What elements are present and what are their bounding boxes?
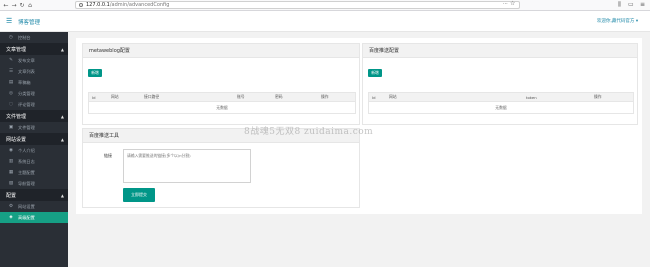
sidebar-item[interactable]: ⚙ 网站设置 xyxy=(0,201,68,212)
category-icon: ◎ xyxy=(9,91,13,96)
sidebar-item[interactable]: ▣ 文件管理 xyxy=(0,122,68,133)
sidebar-group-label: 文件管理 xyxy=(6,113,27,120)
sidebar-item[interactable]: ◎ 分类管理 xyxy=(0,88,68,99)
sidebar-item[interactable]: ◈ 高级配置 xyxy=(0,212,68,223)
sidebar-item-label: 控制台 xyxy=(18,34,31,40)
user-menu[interactable]: 欢迎你,藏代码官方 ▾ xyxy=(597,18,638,24)
sidebar-item[interactable]: ✎ 发布文章 xyxy=(0,55,68,66)
col-id: Id xyxy=(92,94,96,100)
back-icon[interactable]: ← xyxy=(2,1,10,10)
sidebar-item-label: 评论管理 xyxy=(18,101,35,107)
table-header: Id 网站 token 操作 xyxy=(368,92,634,102)
page-actions-icon[interactable]: ··· xyxy=(503,1,508,7)
app-title: 博客管理 xyxy=(18,20,41,26)
dashboard-icon: ◷ xyxy=(9,35,13,40)
comment-icon: ◌ xyxy=(9,102,13,107)
sidebar-item-label: 个人介绍 xyxy=(18,147,35,153)
caret-up-icon: ▲ xyxy=(60,192,64,198)
caret-up-icon: ▲ xyxy=(60,113,64,119)
sidebar-group-header[interactable]: 网站设置 ▲ xyxy=(0,133,68,145)
sidebar-item[interactable]: ▦ 主题配置 xyxy=(0,167,68,178)
sidebar-item-label: 导航管理 xyxy=(18,180,35,186)
col-password: 密码 xyxy=(275,94,283,99)
sidebar-item-label: 网站设置 xyxy=(18,203,35,209)
edit-icon: ✎ xyxy=(9,58,13,63)
sidebar-group-header[interactable]: 文章管理 ▲ xyxy=(0,43,68,55)
url-path: /admin/advancedConfig xyxy=(109,2,170,8)
forward-icon[interactable]: → xyxy=(10,1,18,10)
sidebar-item-label: 系统日志 xyxy=(18,158,35,164)
settings-icon: ⚙ xyxy=(8,204,14,209)
bookmark-star-icon[interactable]: ☆ xyxy=(510,0,515,7)
sidebar-group-header[interactable]: 文件管理 ▲ xyxy=(0,110,68,122)
panel-title: metaweblog配置 xyxy=(83,44,359,58)
theme-icon: ▦ xyxy=(8,170,14,175)
sidebar-item-label: 主题配置 xyxy=(18,169,35,175)
info-icon[interactable] xyxy=(79,3,83,7)
col-actions: 操作 xyxy=(321,94,329,99)
file-icon: ▣ xyxy=(8,125,14,130)
sidebar: ◷ 控制台文章管理 ▲ ✎ 发布文章 ☰ 文章列表 ▤ 草稿箱 ◎ 分类管理 ◌ 评论管理文件管理 ▲ ▣ 文… xyxy=(0,32,68,267)
log-icon: ▥ xyxy=(8,159,14,164)
metaweblog-panel: metaweblog配置 新增 Id 网站 接口路径 账号 密码 操作 无数据 xyxy=(82,43,360,125)
url-host: 127.0.0.1 xyxy=(86,2,110,8)
sidebar-toggle-icon[interactable]: ▭ xyxy=(628,1,634,8)
push-links-textarea[interactable] xyxy=(123,149,251,183)
empty-row: 无数据 xyxy=(88,102,356,114)
sidebar-item[interactable]: ▧ 导航管理 xyxy=(0,178,68,189)
table-header: Id 网站 接口路径 账号 密码 操作 xyxy=(88,92,356,102)
app-header: ☰ 博客管理 欢迎你,藏代码官方 ▾ xyxy=(0,11,650,32)
list-icon: ☰ xyxy=(8,69,14,74)
col-account: 账号 xyxy=(237,94,245,99)
sidebar-group-label: 网站设置 xyxy=(6,136,27,143)
watermark: 8战魂5无双8 zuidaima.com xyxy=(244,127,374,137)
reload-icon[interactable]: ↻ xyxy=(18,1,26,10)
sidebar-item[interactable]: ▥ 系统日志 xyxy=(0,156,68,167)
sidebar-group-label: 配置 xyxy=(6,192,17,199)
col-api-path: 接口路径 xyxy=(144,94,160,99)
sidebar-item[interactable]: ◉ 个人介绍 xyxy=(0,145,68,156)
col-actions: 操作 xyxy=(594,94,602,99)
browser-toolbar: ← → ↻ ⌂ 127.0.0.1/admin/advancedConfig ·… xyxy=(0,0,650,11)
user-icon: ◉ xyxy=(9,148,13,153)
main-content: metaweblog配置 新增 Id 网站 接口路径 账号 密码 操作 无数据 … xyxy=(76,38,642,214)
link-label: 链接 xyxy=(104,153,112,158)
col-token: token xyxy=(526,94,537,100)
empty-row: 无数据 xyxy=(368,102,634,114)
caret-up-icon: ▲ xyxy=(60,136,64,142)
panel-title: 百度推送配置 xyxy=(363,44,637,58)
col-id: Id xyxy=(372,94,376,100)
hamburger-icon[interactable]: ☰ xyxy=(6,17,12,25)
add-metaweblog-button[interactable]: 新增 xyxy=(88,69,102,77)
sidebar-item[interactable]: ▤ 草稿箱 xyxy=(0,77,68,88)
draft-icon: ▤ xyxy=(8,80,14,85)
address-bar[interactable]: 127.0.0.1/admin/advancedConfig xyxy=(75,1,520,9)
menu-icon[interactable]: ≡ xyxy=(640,1,645,8)
advanced-icon: ◈ xyxy=(9,215,13,220)
home-icon[interactable]: ⌂ xyxy=(26,1,34,10)
sidebar-item[interactable]: ◌ 评论管理 xyxy=(0,99,68,110)
add-baidu-config-button[interactable]: 新增 xyxy=(368,69,382,77)
sidebar-item-label: 发布文章 xyxy=(18,57,35,63)
library-icon[interactable]: ⫼ xyxy=(618,1,621,9)
sidebar-item-label: 文章列表 xyxy=(18,68,35,74)
nav-icon: ▧ xyxy=(8,181,14,186)
col-site: 网站 xyxy=(389,94,397,99)
baidu-push-config-panel: 百度推送配置 新增 Id 网站 token 操作 无数据 xyxy=(362,43,638,125)
sidebar-item[interactable]: ☰ 文章列表 xyxy=(0,66,68,77)
caret-up-icon: ▲ xyxy=(60,46,64,52)
sidebar-group-header[interactable]: 配置 ▲ xyxy=(0,189,68,201)
sidebar-item-label: 高级配置 xyxy=(18,214,35,220)
submit-button[interactable]: 立即提交 xyxy=(123,188,155,202)
baidu-push-tool-panel: 百度推送工具 链接 立即提交 xyxy=(82,128,360,208)
sidebar-item-label: 草稿箱 xyxy=(18,79,31,85)
sidebar-group-label: 文章管理 xyxy=(6,46,27,53)
col-site: 网站 xyxy=(111,94,119,99)
sidebar-item-label: 文件管理 xyxy=(18,124,35,130)
sidebar-item[interactable]: ◷ 控制台 xyxy=(0,32,68,43)
sidebar-item-label: 分类管理 xyxy=(18,90,35,96)
